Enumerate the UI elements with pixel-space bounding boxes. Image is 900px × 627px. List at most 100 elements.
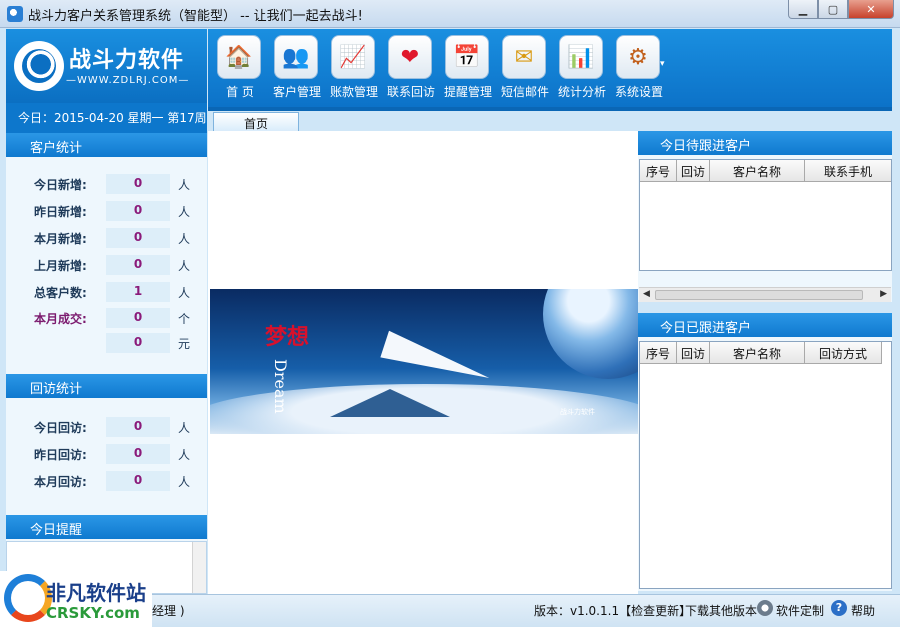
stat-label: 今日回访: xyxy=(34,421,87,435)
mail-icon: ✉ xyxy=(502,35,546,79)
brand-name: 战斗力软件 xyxy=(69,48,185,73)
stat-unit: 人 xyxy=(178,232,191,246)
stat-value: 0 xyxy=(106,174,170,194)
crsky-watermark: 非凡软件站 CRSKY.com xyxy=(0,571,152,627)
stat-value: 0 xyxy=(106,444,170,464)
tab-bar: 首页 xyxy=(208,111,892,131)
maximize-button[interactable]: ▢ xyxy=(818,0,848,19)
grid-column-header[interactable]: 联系手机 xyxy=(805,160,891,181)
calendar-icon: 📅 xyxy=(445,35,489,79)
window-title-bar[interactable]: 战斗力客户关系管理系统（智能型） -- 让我们一起去战斗! ▁ ▢ ✕ xyxy=(0,0,900,28)
left-panel: 战斗力软件 —WWW.ZDLRJ.COM— 今日：2015-04-20 星期一 … xyxy=(6,29,207,594)
grid-header: 序号 回访 客户名称 回访方式 xyxy=(640,342,882,364)
stat-unit: 人 xyxy=(178,448,191,462)
reminder-header: 今日提醒 xyxy=(6,515,207,539)
pending-hscrollbar[interactable]: ◀ ▶ xyxy=(639,287,891,302)
stat-value: 0 xyxy=(106,255,170,275)
minimize-button[interactable]: ▁ xyxy=(788,0,818,19)
visit-stats-header: 回访统计 xyxy=(6,374,207,398)
close-button[interactable]: ✕ xyxy=(848,0,894,19)
pending-customers-title: 今日待跟进客户 xyxy=(638,131,892,155)
dream-banner-image: 梦想 Dream 战斗力软件 xyxy=(210,289,638,434)
planet-graphic xyxy=(543,289,638,379)
stat-row-month-amount: 0 元 xyxy=(6,332,207,354)
banner-logo: 战斗力软件 xyxy=(560,408,595,416)
grid-column-header[interactable]: 客户名称 xyxy=(710,342,805,363)
stat-row-month-visits: 本月回访: 0 人 xyxy=(6,470,207,492)
stat-value: 0 xyxy=(106,228,170,248)
main-toolbar: 🏠 首 页 👥 客户管理 📈 账款管理 ❤ 联系回访 📅 提醒管理 ✉ 短信邮件… xyxy=(208,29,892,107)
window-title: 战斗力客户关系管理系统（智能型） -- 让我们一起去战斗! xyxy=(28,9,363,24)
stat-label: 今日新增: xyxy=(34,178,87,192)
stat-value: 0 xyxy=(106,201,170,221)
toolbar-overflow-chevron-icon[interactable]: ▾ xyxy=(660,59,665,69)
stat-unit: 个 xyxy=(178,312,191,326)
stat-value: 1 xyxy=(106,282,170,302)
stat-unit: 人 xyxy=(178,421,191,435)
brand-header: 战斗力软件 —WWW.ZDLRJ.COM— xyxy=(6,29,207,103)
stat-unit: 人 xyxy=(178,475,191,489)
stat-label: 总客户数: xyxy=(34,286,87,300)
brand-url: —WWW.ZDLRJ.COM— xyxy=(66,75,190,86)
toolbar-home-button[interactable]: 🏠 首 页 xyxy=(212,35,268,101)
stat-row-today-new: 今日新增: 0 人 xyxy=(6,173,207,195)
customer-icon: 👥 xyxy=(274,35,318,79)
crsky-logo-icon xyxy=(4,574,52,622)
gear-icon[interactable] xyxy=(757,600,773,616)
stat-row-yesterday-visits: 昨日回访: 0 人 xyxy=(6,443,207,465)
window-controls: ▁ ▢ ✕ xyxy=(788,0,894,19)
help-icon[interactable]: ? xyxy=(831,600,847,616)
today-date: 今日：2015-04-20 星期一 第17周 xyxy=(6,103,207,133)
version-check-link[interactable]: 版本：v1.0.1.1【检查更新】 xyxy=(534,602,691,619)
custom-software-link[interactable]: 软件定制 xyxy=(776,602,824,619)
followed-customers-grid[interactable]: 序号 回访 客户名称 回访方式 xyxy=(639,341,892,589)
grid-column-header[interactable]: 序号 xyxy=(640,160,677,181)
stat-row-month-deals: 本月成交: 0 个 xyxy=(6,307,207,329)
tab-home[interactable]: 首页 xyxy=(213,112,299,131)
stat-unit: 元 xyxy=(178,337,191,351)
toolbar-customer-button[interactable]: 👥 客户管理 xyxy=(269,35,325,101)
stat-label: 昨日新增: xyxy=(34,205,87,219)
pending-customers-grid[interactable]: 序号 回访 客户名称 联系手机 xyxy=(639,159,892,271)
stat-unit: 人 xyxy=(178,286,191,300)
stat-value: 0 xyxy=(106,417,170,437)
stat-row-month-new: 本月新增: 0 人 xyxy=(6,227,207,249)
stat-value: 0 xyxy=(106,333,170,353)
stat-row-last-month-new: 上月新增: 0 人 xyxy=(6,254,207,276)
help-link[interactable]: 帮助 xyxy=(851,602,875,619)
grid-column-header[interactable]: 回访 xyxy=(677,160,710,181)
followed-customers-panel: 今日已跟进客户 序号 回访 客户名称 回访方式 xyxy=(638,313,892,591)
watermark-name: 非凡软件站 xyxy=(46,581,146,605)
stat-unit: 人 xyxy=(178,205,191,219)
stat-unit: 人 xyxy=(178,178,191,192)
stat-value: 0 xyxy=(106,308,170,328)
toolbar-accounts-button[interactable]: 📈 账款管理 xyxy=(326,35,382,101)
stat-value: 0 xyxy=(106,471,170,491)
toolbar-analysis-button[interactable]: 📊 统计分析 xyxy=(554,35,610,101)
chart-icon: 📈 xyxy=(331,35,375,79)
reminder-scrollbar[interactable] xyxy=(192,542,206,593)
watermark-url: CRSKY.com xyxy=(46,604,140,622)
scroll-right-icon[interactable]: ▶ xyxy=(880,289,887,299)
settings-icon: ⚙ xyxy=(616,35,660,79)
home-icon: 🏠 xyxy=(217,35,261,79)
banner-dream-cn: 梦想 xyxy=(265,324,310,350)
toolbar-sms-mail-button[interactable]: ✉ 短信邮件 xyxy=(497,35,553,101)
scroll-left-icon[interactable]: ◀ xyxy=(643,289,650,299)
grid-column-header[interactable]: 序号 xyxy=(640,342,677,363)
download-versions-link[interactable]: 下载其他版本 xyxy=(685,602,757,619)
scroll-thumb[interactable] xyxy=(655,290,863,300)
stat-row-yesterday-new: 昨日新增: 0 人 xyxy=(6,200,207,222)
grid-column-header[interactable]: 客户名称 xyxy=(710,160,805,181)
mountain-graphic xyxy=(330,389,450,417)
stat-row-total-customers: 总客户数: 1 人 xyxy=(6,281,207,303)
toolbar-visit-button[interactable]: ❤ 联系回访 xyxy=(383,35,439,101)
grid-column-header[interactable]: 回访 xyxy=(677,342,710,363)
toolbar-reminder-button[interactable]: 📅 提醒管理 xyxy=(440,35,496,101)
main-content: 梦想 Dream 战斗力软件 xyxy=(208,131,638,594)
app-icon xyxy=(7,6,23,22)
toolbar-label: 系统设置 xyxy=(614,85,663,99)
stat-row-today-visits: 今日回访: 0 人 xyxy=(6,416,207,438)
toolbar-settings-button[interactable]: ⚙ 系统设置 xyxy=(611,35,667,101)
grid-column-header[interactable]: 回访方式 xyxy=(805,342,882,363)
